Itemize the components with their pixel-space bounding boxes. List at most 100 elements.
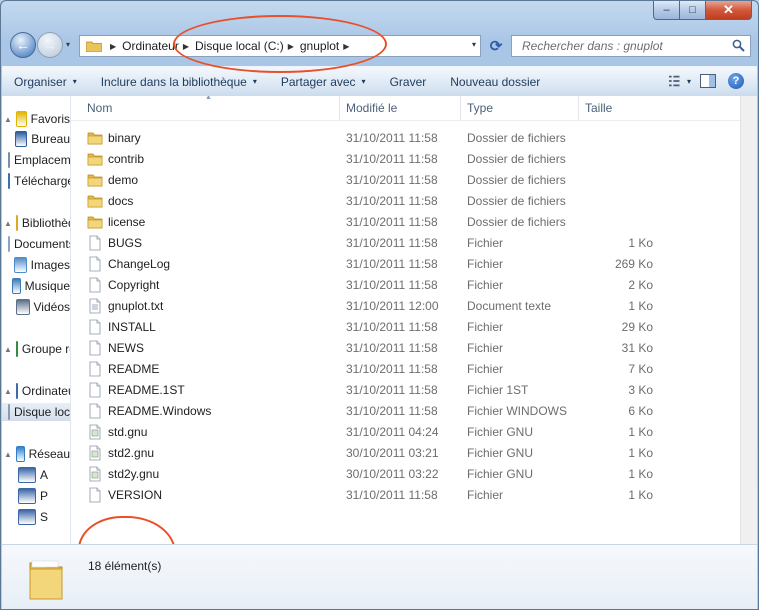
file-row[interactable]: BUGS 31/10/2011 11:58 Fichier 1 Ko [71,232,741,253]
help-button[interactable]: ? [725,70,747,92]
file-row[interactable]: std2y.gnu 30/10/2011 03:22 Fichier GNU 1 Ko [71,463,741,484]
nav-pane-item[interactable]: ▲ Bibliothèques [2,214,70,232]
folder-row[interactable]: docs 31/10/2011 11:58 Dossier de fichiers [71,190,741,211]
file-name-cell[interactable]: Copyright [71,277,340,293]
caption-buttons: – □ ✕ [653,1,752,21]
vertical-scrollbar[interactable] [740,96,757,544]
nav-pane-item[interactable]: A [2,466,70,484]
file-row[interactable]: VERSION 31/10/2011 11:58 Fichier 1 Ko [71,484,741,505]
file-row[interactable]: README.1ST 31/10/2011 11:58 Fichier 1ST 3 K… [71,379,741,400]
maximize-button[interactable]: □ [680,1,706,20]
burn-button[interactable]: Graver [378,70,439,93]
file-name: demo [108,172,139,187]
folder-row[interactable]: license 31/10/2011 11:58 Dossier de fichie… [71,211,741,232]
search-icon[interactable] [732,39,745,52]
nav-pane-item[interactable]: Emplacements récents [2,151,70,169]
recent-pages-dropdown[interactable]: ▾ [66,40,70,49]
file-size-cell: 1 Ko [628,445,653,460]
folder-row[interactable]: contrib 31/10/2011 11:58 Dossier de fichie… [71,148,741,169]
view-options-button[interactable]: ▾ [669,70,691,92]
preview-pane-button[interactable] [697,70,719,92]
file-row[interactable]: README.Windows 31/10/2011 11:58 Fichier WI… [71,400,741,421]
expand-arrow-icon[interactable]: ▲ [4,345,12,354]
back-button[interactable]: ← [10,32,36,58]
file-name-cell[interactable]: NEWS [71,340,340,356]
file-row[interactable]: README 31/10/2011 11:58 Fichier 7 Ko [71,358,741,379]
column-header-modified[interactable]: Modifié le [340,96,461,120]
breadcrumb-ordinateur[interactable]: Ordinateur [122,39,179,53]
nav-pane-item[interactable]: Documents [2,235,70,253]
close-button[interactable]: ✕ [706,1,752,20]
file-name-cell[interactable]: INSTALL [71,319,340,335]
expand-arrow-icon[interactable]: ▲ [4,450,12,459]
refresh-button[interactable]: ⟳ [485,35,507,57]
file-row[interactable]: Copyright 31/10/2011 11:58 Fichier 2 Ko [71,274,741,295]
file-type-cell: Document texte [467,298,552,313]
folder-row[interactable]: demo 31/10/2011 11:58 Dossier de fichiers [71,169,741,190]
file-row[interactable]: std2.gnu 30/10/2011 03:21 Fichier GNU 1 Ko [71,442,741,463]
file-row[interactable]: std.gnu 31/10/2011 04:24 Fichier GNU 1 Ko [71,421,741,442]
library-icon [15,215,18,231]
file-name-cell[interactable]: std.gnu [71,424,340,440]
column-header-name[interactable]: Nom ▲ [71,96,340,120]
search-input[interactable] [520,38,724,54]
file-name-cell[interactable]: gnuplot.txt [71,298,340,314]
network-icon [15,446,25,462]
file-name: Copyright [108,277,160,292]
navigation-pane[interactable]: ▲ Favoris Bureau Emplacements récents Téléch… [2,96,71,544]
nav-pane-item[interactable]: ▲ Ordinateur [2,382,70,400]
search-box[interactable] [511,35,751,57]
file-row[interactable]: ChangeLog 31/10/2011 11:58 Fichier 269 Ko [71,253,741,274]
column-header-type[interactable]: Type [461,96,579,120]
nav-pane-item[interactable]: ▲ Groupe résidentiel [2,340,70,358]
include-in-library-menu[interactable]: Inclure dans la bibliothèque ▾ [89,70,269,93]
file-name-cell[interactable]: VERSION [71,487,340,503]
chevron-down-icon: ▾ [686,76,691,86]
pictures-icon [14,257,27,273]
file-size-cell: 6 Ko [628,403,653,418]
nav-pane-item[interactable]: ▲ Réseau [2,445,70,463]
file-name: README.1ST [108,382,185,397]
nav-pane-item[interactable]: S [2,508,70,526]
nav-pane-item[interactable]: Vidéos [2,298,70,316]
file-name-cell[interactable]: docs [71,193,340,209]
file-name: gnuplot.txt [108,298,164,313]
nav-pane-item[interactable]: Disque local (C:) [2,403,70,421]
file-icon [89,277,101,292]
new-folder-button[interactable]: Nouveau dossier [438,70,552,93]
expand-arrow-icon[interactable]: ▲ [4,115,12,124]
forward-button[interactable]: → [37,32,63,58]
nav-pane-item[interactable]: Bureau [2,130,70,148]
file-list[interactable]: Nom ▲ Modifié le Type Taille binary 31/10… [71,96,741,544]
file-name-cell[interactable]: std2.gnu [71,445,340,461]
file-name-cell[interactable]: README [71,361,340,377]
file-name-cell[interactable]: demo [71,172,340,188]
nav-pane-item[interactable]: Téléchargements [2,172,70,190]
minimize-button[interactable]: – [653,1,680,20]
file-row[interactable]: gnuplot.txt 31/10/2011 12:00 Document text… [71,295,741,316]
file-name-cell[interactable]: README.1ST [71,382,340,398]
file-name-cell[interactable]: std2y.gnu [71,466,340,482]
nav-pane-item[interactable]: Images [2,256,70,274]
file-name-cell[interactable]: ChangeLog [71,256,340,272]
file-row[interactable]: NEWS 31/10/2011 11:58 Fichier 31 Ko [71,337,741,358]
expand-arrow-icon[interactable]: ▲ [4,387,12,396]
file-name-cell[interactable]: binary [71,130,340,146]
file-name: std2.gnu [108,445,155,460]
file-name-cell[interactable]: README.Windows [71,403,340,419]
breadcrumb-separator-icon[interactable]: ▶ [110,42,116,51]
nav-pane-item[interactable]: ▲ Favoris [2,110,70,128]
file-name-cell[interactable]: contrib [71,151,340,167]
file-name-cell[interactable]: license [71,214,340,230]
nav-pane-item[interactable]: P [2,487,70,505]
folder-row[interactable]: binary 31/10/2011 11:58 Dossier de fichier… [71,127,741,148]
column-header-size[interactable]: Taille [579,96,669,120]
share-with-menu[interactable]: Partager avec ▾ [269,70,378,93]
expand-arrow-icon[interactable]: ▲ [4,219,12,228]
file-row[interactable]: INSTALL 31/10/2011 11:58 Fichier 29 Ko [71,316,741,337]
organize-menu[interactable]: Organiser ▾ [2,70,89,93]
nav-pane-item[interactable]: Musique [2,277,70,295]
file-name-cell[interactable]: BUGS [71,235,340,251]
address-dropdown-icon[interactable]: ▾ [472,40,476,49]
file-modified-cell: 31/10/2011 11:58 [346,214,438,229]
